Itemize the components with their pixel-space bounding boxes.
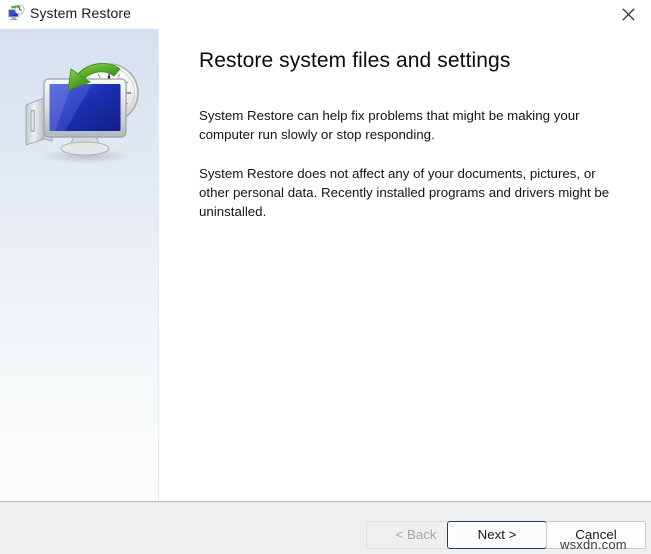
system-restore-window: System Restore Restore system files and … (0, 0, 651, 554)
system-restore-icon (7, 4, 25, 22)
computer-monitor-clock-restore-illustration (22, 57, 144, 167)
description-paragraph-1: System Restore can help fix problems tha… (199, 108, 580, 142)
watermark-text: wsxdn.com (560, 537, 627, 552)
title-bar: System Restore (0, 0, 651, 29)
wizard-main-pane: Restore system files and settings System… (159, 29, 651, 501)
window-title: System Restore (30, 5, 131, 21)
wizard-footer: < Back Next > Cancel (0, 501, 651, 554)
content-area: Restore system files and settings System… (0, 29, 651, 501)
next-button[interactable]: Next > (447, 521, 547, 549)
page-title: Restore system files and settings (199, 49, 511, 72)
wizard-sidebar (0, 29, 159, 501)
description-paragraph-2: System Restore does not affect any of yo… (199, 166, 610, 219)
close-icon (621, 8, 635, 21)
close-button[interactable] (605, 0, 651, 29)
